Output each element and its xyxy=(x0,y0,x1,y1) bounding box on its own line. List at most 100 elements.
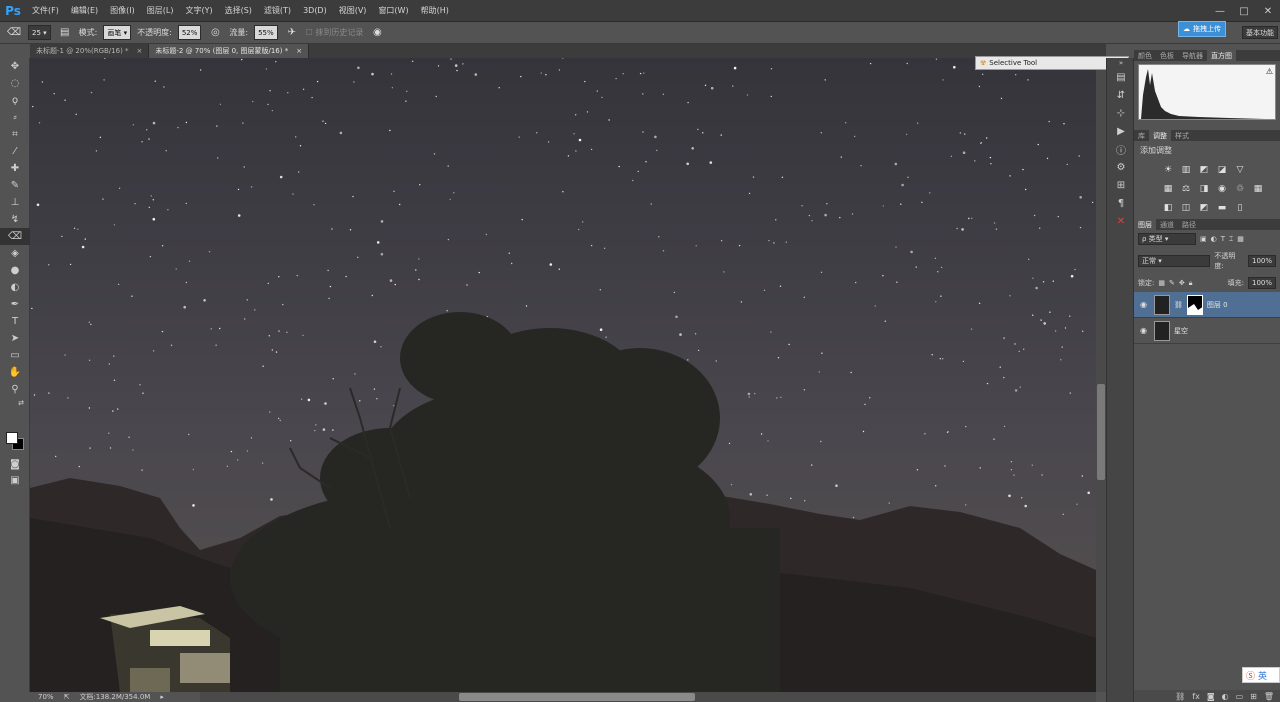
exposure-icon[interactable]: ◪ xyxy=(1216,164,1228,175)
move-tool-icon[interactable]: ✥ xyxy=(0,58,30,75)
visibility-eye-icon[interactable]: ◉ xyxy=(1140,326,1150,335)
tab-document-2[interactable]: 未标题-2 @ 70% (图层 0, 图层蒙版/16) * × xyxy=(149,44,310,58)
add-mask-icon[interactable]: ◙ xyxy=(1207,692,1215,701)
hand-tool-icon[interactable]: ✋ xyxy=(0,364,30,381)
vibrance-icon[interactable]: ▽ xyxy=(1234,164,1246,175)
dodge-tool-icon[interactable]: ◐ xyxy=(0,279,30,296)
lock-transparent-icon[interactable]: ▦ xyxy=(1158,279,1165,287)
color-lookup-icon[interactable]: ▦ xyxy=(1252,183,1264,194)
layer-item[interactable]: ◉ 星空 xyxy=(1134,318,1280,344)
minimize-button[interactable]: — xyxy=(1208,0,1232,22)
menu-window[interactable]: 窗口(W) xyxy=(372,5,414,16)
tab-libraries[interactable]: 库 xyxy=(1134,130,1149,141)
history-brush-tool-icon[interactable]: ↯ xyxy=(0,211,30,228)
menu-help[interactable]: 帮助(H) xyxy=(415,5,455,16)
fill-input[interactable]: 100% xyxy=(1247,277,1276,289)
menu-select[interactable]: 选择(S) xyxy=(219,5,258,16)
type-tool-icon[interactable]: T xyxy=(0,313,30,330)
brush-tool-icon[interactable]: ✎ xyxy=(0,177,30,194)
horizontal-scroll-thumb[interactable] xyxy=(459,693,695,701)
document-canvas[interactable] xyxy=(30,58,1096,692)
layer-filter-select[interactable]: ρ 类型 ▾ xyxy=(1138,233,1196,245)
new-group-icon[interactable]: ▭ xyxy=(1236,692,1244,701)
selective-color-icon[interactable]: ▯ xyxy=(1234,202,1246,213)
layer-style-icon[interactable]: fx xyxy=(1192,692,1200,701)
tab-paths[interactable]: 路径 xyxy=(1178,219,1200,230)
collapse-arrows-icon[interactable]: » xyxy=(1107,58,1135,68)
warning-icon[interactable]: ⚠ xyxy=(1266,67,1273,76)
vertical-scroll-thumb[interactable] xyxy=(1097,384,1105,480)
tab-channels[interactable]: 通道 xyxy=(1156,219,1178,230)
color-balance-icon[interactable]: ⚖ xyxy=(1180,183,1192,194)
layer-mask-thumbnail[interactable] xyxy=(1186,294,1203,315)
properties-panel-icon[interactable]: ⇵ xyxy=(1107,86,1135,104)
screen-mode-icon[interactable]: ▣ xyxy=(0,472,30,489)
mode-select[interactable]: 画笔 ▾ xyxy=(103,25,132,40)
flow-input[interactable]: 55% xyxy=(254,25,278,40)
blend-mode-select[interactable]: 正常 ▾ xyxy=(1138,255,1211,267)
rectangle-tool-icon[interactable]: ▭ xyxy=(0,347,30,364)
gradient-map-icon[interactable]: ▬ xyxy=(1216,202,1228,213)
tab-swatches[interactable]: 色板 xyxy=(1156,50,1178,61)
filter-type-icon[interactable]: T xyxy=(1221,235,1225,243)
layer-opacity-input[interactable]: 100% xyxy=(1247,255,1276,267)
filter-pixel-icon[interactable]: ▣ xyxy=(1200,235,1207,243)
visibility-eye-icon[interactable]: ◉ xyxy=(1140,300,1150,309)
link-layers-icon[interactable]: ⛓ xyxy=(1175,692,1185,701)
erase-to-history-checkbox[interactable]: ☐ 抹到历史记录 xyxy=(306,27,364,38)
pen-tool-icon[interactable]: ✒ xyxy=(0,296,30,313)
healing-brush-tool-icon[interactable]: ✚ xyxy=(0,160,30,177)
filter-adjust-icon[interactable]: ◐ xyxy=(1211,235,1217,243)
tab-color[interactable]: 颜色 xyxy=(1134,50,1156,61)
levels-icon[interactable]: ▥ xyxy=(1180,164,1192,175)
horizontal-scrollbar[interactable] xyxy=(200,692,1096,702)
close-red-icon[interactable]: ✕ xyxy=(1107,212,1135,230)
filter-shape-icon[interactable]: ⌶ xyxy=(1229,235,1233,244)
swap-colors-icon[interactable]: ⇄ xyxy=(0,398,30,408)
opacity-input[interactable]: 52% xyxy=(177,25,202,40)
zoom-tool-icon[interactable]: ⚲ xyxy=(0,381,30,398)
tab-close-icon[interactable]: × xyxy=(137,47,143,55)
menu-edit[interactable]: 编辑(E) xyxy=(65,5,104,16)
delete-layer-icon[interactable]: 🗑︎ xyxy=(1264,692,1274,701)
clone-stamp-tool-icon[interactable]: ⊥ xyxy=(0,194,30,211)
hue-saturation-icon[interactable]: ▦ xyxy=(1162,183,1174,194)
zoom-level[interactable]: 70% xyxy=(38,693,54,701)
new-layer-icon[interactable]: ⊞ xyxy=(1250,692,1257,701)
info-panel-icon[interactable]: ⓘ xyxy=(1107,140,1135,158)
menu-filter[interactable]: 滤镜(T) xyxy=(258,5,297,16)
tab-styles[interactable]: 样式 xyxy=(1171,130,1193,141)
tab-layers[interactable]: 图层 xyxy=(1134,219,1156,230)
character-panel-icon[interactable]: ⊞ xyxy=(1107,176,1135,194)
maximize-button[interactable]: □ xyxy=(1232,0,1256,22)
tab-navigator[interactable]: 导航器 xyxy=(1178,50,1207,61)
channel-mixer-icon[interactable]: ♲ xyxy=(1234,183,1246,194)
quick-select-tool-icon[interactable]: ⸗ xyxy=(0,109,30,126)
brush-presets-icon[interactable]: ⊹ xyxy=(1107,104,1135,122)
lock-move-icon[interactable]: ✥ xyxy=(1179,279,1185,287)
tool-presets-icon[interactable]: ⚙ xyxy=(1107,158,1135,176)
eraser-tool-icon[interactable]: ⌫ xyxy=(0,228,30,245)
tab-adjustments[interactable]: 调整 xyxy=(1149,130,1171,141)
ime-indicator[interactable]: Ⓢ 英 xyxy=(1242,667,1280,683)
black-white-icon[interactable]: ◨ xyxy=(1198,183,1210,194)
curves-icon[interactable]: ◩ xyxy=(1198,164,1210,175)
invert-icon[interactable]: ◧ xyxy=(1162,202,1174,213)
status-menu-icon[interactable]: ▸ xyxy=(160,693,164,701)
paint-bucket-tool-icon[interactable]: ◈ xyxy=(0,245,30,262)
upload-button[interactable]: ☁ 拖拽上传 xyxy=(1178,21,1226,37)
close-button[interactable]: ✕ xyxy=(1256,0,1280,22)
crop-tool-icon[interactable]: ⌗ xyxy=(0,126,30,143)
history-panel-icon[interactable]: ▤ xyxy=(1107,68,1135,86)
marquee-tool-icon[interactable]: ◌ xyxy=(0,75,30,92)
pressure-opacity-icon[interactable]: ◎ xyxy=(207,25,223,40)
foreground-color-swatch[interactable] xyxy=(6,432,18,444)
filter-smart-icon[interactable]: ▦ xyxy=(1237,235,1244,243)
vertical-scrollbar[interactable] xyxy=(1096,58,1106,692)
lock-paint-icon[interactable]: ✎ xyxy=(1169,279,1175,287)
menu-layer[interactable]: 图层(L) xyxy=(141,5,180,16)
menu-3d[interactable]: 3D(D) xyxy=(297,6,333,15)
menu-file[interactable]: 文件(F) xyxy=(26,5,65,16)
link-icon[interactable]: ⛓ xyxy=(1174,301,1183,309)
blur-tool-icon[interactable]: ● xyxy=(0,262,30,279)
